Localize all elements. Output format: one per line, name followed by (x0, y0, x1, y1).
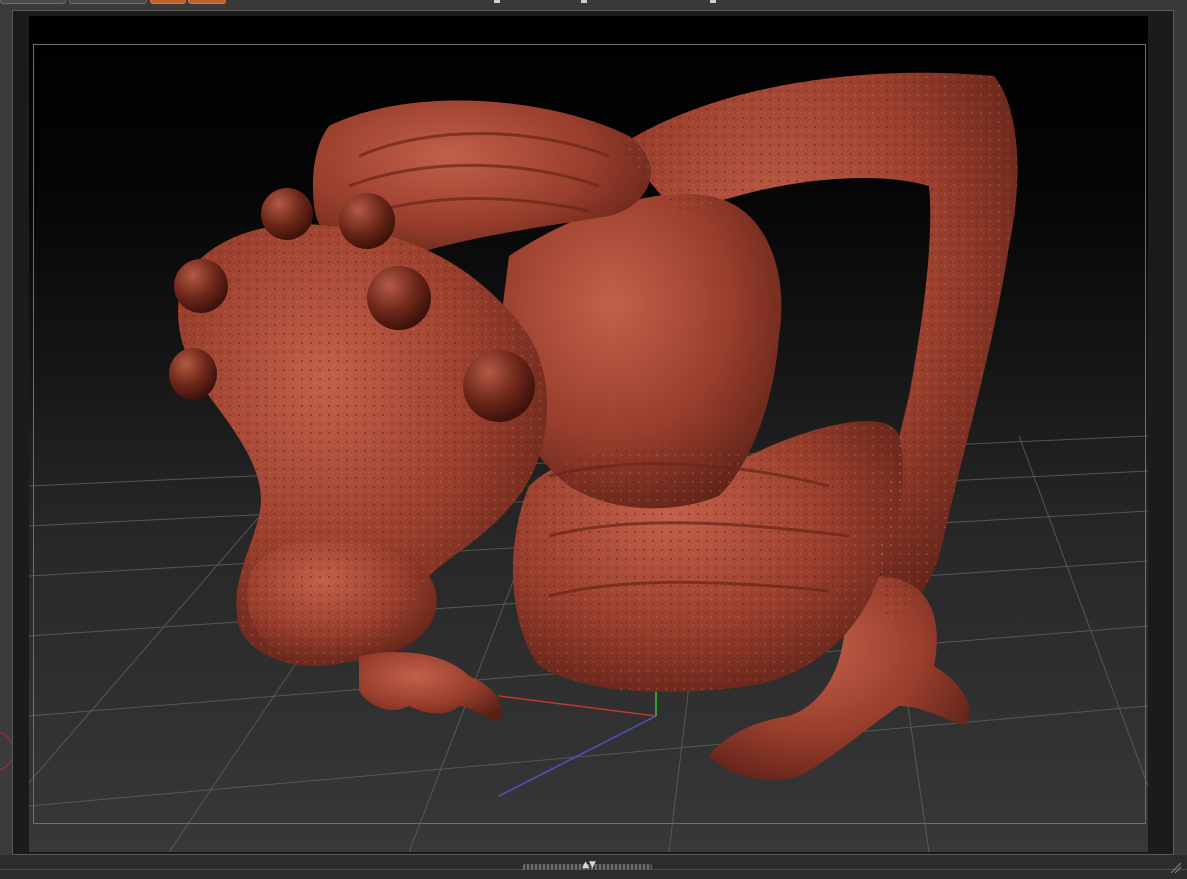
eye-6 (463, 350, 535, 422)
toolbar-tick-2 (581, 0, 587, 3)
toolbar-button-orange-1[interactable] (150, 0, 186, 4)
toolbar-button-orange-2[interactable] (188, 0, 226, 4)
toolbar-button-2[interactable] (69, 0, 147, 4)
eye-5 (169, 348, 217, 400)
eye-3 (174, 259, 228, 313)
left-tool-column (0, 10, 14, 879)
expand-arrows-icon[interactable]: ▲▼ (579, 859, 599, 871)
toolbar-tick-3 (710, 0, 716, 3)
viewport-canvas[interactable] (29, 16, 1148, 852)
eye-1 (261, 188, 313, 240)
sculpted-creature-model (169, 72, 1018, 780)
top-toolbar-strip (0, 0, 1187, 10)
toolbar-tick-1 (494, 0, 500, 3)
bottom-shelf: ▲▼ (0, 855, 1187, 879)
toolbar-button-1[interactable] (0, 0, 66, 4)
eye-2 (339, 193, 395, 249)
resize-corner-icon[interactable] (1169, 861, 1183, 875)
eye-4 (367, 266, 431, 330)
axis-gizmo (498, 676, 657, 797)
right-tool-column (1174, 10, 1187, 879)
3d-viewport[interactable] (29, 16, 1148, 852)
